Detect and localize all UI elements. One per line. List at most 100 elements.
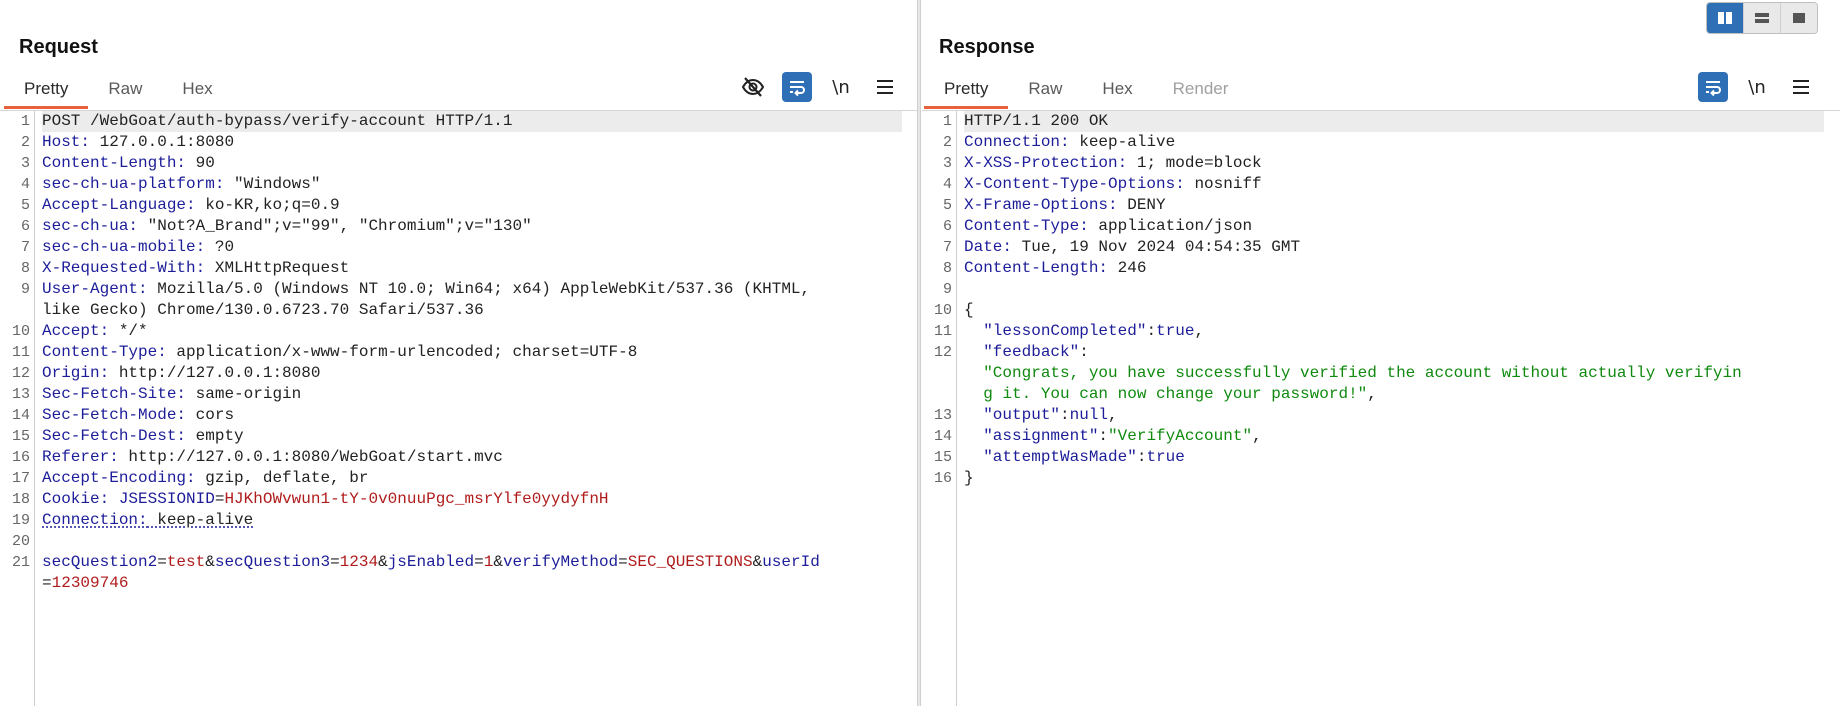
token: Content-Type:: [42, 343, 167, 361]
line-number: 11: [933, 323, 952, 340]
token: &: [752, 553, 763, 571]
line-text: "feedback":: [964, 342, 1824, 363]
line-text: "lessonCompleted":true,: [964, 321, 1824, 342]
line-number: 18: [11, 491, 30, 508]
token: null: [1069, 406, 1109, 424]
token: ko-KR,ko;q=0.9: [195, 196, 340, 214]
layout-split-horizontal-icon[interactable]: [1707, 3, 1743, 33]
token: keep-alive: [1069, 133, 1176, 151]
request-tab-pretty[interactable]: Pretty: [4, 74, 89, 109]
show-newlines-button[interactable]: \n: [826, 72, 856, 102]
request-tab-raw[interactable]: Raw: [88, 74, 162, 109]
line-text: Content-Type: application/json: [964, 216, 1824, 237]
request-code-line: 17 Accept-Encoding: gzip, deflate, br: [0, 468, 918, 489]
line-text: Date: Tue, 19 Nov 2024 04:54:35 GMT: [964, 237, 1824, 258]
token: :: [1079, 343, 1089, 361]
token: secQuestion3: [214, 553, 331, 571]
response-tab-raw[interactable]: Raw: [1008, 74, 1082, 109]
request-title: Request: [19, 36, 98, 58]
line-text: sec-ch-ua: "Not?A_Brand";v="99", "Chromi…: [42, 216, 902, 237]
line-text: {: [964, 300, 1824, 321]
token: sec-ch-ua:: [42, 217, 139, 235]
line-number: 8: [942, 260, 952, 277]
token: http://127.0.0.1:8080/WebGoat/start.mvc: [118, 448, 503, 466]
menu-icon[interactable]: [1786, 72, 1816, 102]
token: Connection:: [42, 511, 148, 529]
token: Accept-Language:: [42, 196, 196, 214]
response-code-line: 16}: [922, 468, 1840, 489]
panel-splitter[interactable]: [917, 0, 921, 706]
token: sec-ch-ua-mobile:: [42, 238, 206, 256]
token: 1234: [339, 553, 379, 571]
line-text: "Congrats, you have successfully verifie…: [964, 363, 1824, 384]
response-tab-render[interactable]: Render: [1153, 74, 1249, 109]
token: "feedback": [964, 343, 1080, 361]
show-newlines-button[interactable]: \n: [1742, 72, 1772, 102]
response-toolbar: \n: [1698, 72, 1816, 102]
token: &: [378, 553, 388, 571]
line-text: POST /WebGoat/auth-bypass/verify-account…: [42, 111, 902, 132]
response-code-line: 2 Connection: keep-alive: [922, 132, 1840, 153]
request-tab-hex[interactable]: Hex: [162, 74, 232, 109]
line-number: 14: [11, 407, 30, 424]
line-number: 19: [11, 512, 30, 529]
line-text: HTTP/1.1 200 OK: [964, 111, 1824, 132]
line-text: =12309746: [42, 573, 902, 594]
line-number: 7: [942, 239, 952, 256]
line-number: 6: [942, 218, 952, 235]
response-code-line: 14 "assignment":"VerifyAccount",: [922, 426, 1840, 447]
token: gzip, deflate, br: [195, 469, 369, 487]
wrap-lines-icon[interactable]: [1698, 72, 1728, 102]
token: "Congrats, you have successfully verifie…: [964, 364, 1742, 382]
wrap-lines-icon[interactable]: [782, 72, 812, 102]
layout-toggle: [1706, 2, 1818, 34]
response-tab-hex[interactable]: Hex: [1082, 74, 1152, 109]
response-panel: Response Pretty Raw Hex Render \n 1 HTTP/…: [922, 0, 1840, 706]
token: Sec-Fetch-Mode:: [42, 406, 187, 424]
token: true: [1146, 448, 1185, 466]
line-text: Origin: http://127.0.0.1:8080: [42, 363, 902, 384]
response-code-line: 4 X-Content-Type-Options: nosniff: [922, 174, 1840, 195]
line-text: Sec-Fetch-Mode: cors: [42, 405, 902, 426]
line-number: 11: [11, 344, 30, 361]
line-number: 21: [11, 554, 30, 571]
request-code-line: 8 X-Requested-With: XMLHttpRequest: [0, 258, 918, 279]
line-text: sec-ch-ua-mobile: ?0: [42, 237, 902, 258]
line-text: Referer: http://127.0.0.1:8080/WebGoat/s…: [42, 447, 902, 468]
line-text: g it. You can now change your password!"…: [964, 384, 1824, 405]
token: DENY: [1117, 196, 1166, 214]
line-text: Sec-Fetch-Site: same-origin: [42, 384, 902, 405]
line-number: 7: [20, 239, 30, 256]
response-lines: 1 HTTP/1.1 200 OK 2 Connection: keep-alive 3…: [922, 111, 1840, 489]
response-tab-pretty[interactable]: Pretty: [924, 74, 1009, 109]
line-number: 5: [942, 197, 952, 214]
token: ,: [1367, 385, 1377, 403]
response-code-line: 11 "lessonCompleted":true,: [922, 321, 1840, 342]
response-code-line: 8 Content-Length: 246: [922, 258, 1840, 279]
token: application/json: [1088, 217, 1253, 235]
layout-tabs-icon[interactable]: [1780, 3, 1817, 33]
line-text: secQuestion2=test&secQuestion3=1234&jsEn…: [42, 552, 902, 573]
menu-icon[interactable]: [870, 72, 900, 102]
line-text: Content-Type: application/x-www-form-url…: [42, 342, 902, 363]
token: X-Frame-Options:: [964, 196, 1118, 214]
line-number: 16: [933, 470, 952, 487]
token: XMLHttpRequest: [205, 259, 350, 277]
line-text: like Gecko) Chrome/130.0.6723.70 Safari/…: [42, 300, 902, 321]
token: User-Agent:: [42, 280, 148, 298]
token: cors: [186, 406, 235, 424]
request-code-line: 15 Sec-Fetch-Dest: empty: [0, 426, 918, 447]
token: keep-alive: [147, 511, 254, 529]
token: Connection:: [964, 133, 1070, 151]
line-text: Cookie: JSESSIONID=HJKhOWvwun1-tY-0v0nuu…: [42, 489, 902, 510]
hide-non-printable-icon[interactable]: [738, 72, 768, 102]
layout-split-vertical-icon[interactable]: [1743, 3, 1780, 33]
line-number: 9: [20, 281, 30, 298]
line-text: "output":null,: [964, 405, 1824, 426]
line-text: X-Requested-With: XMLHttpRequest: [42, 258, 902, 279]
request-editor[interactable]: 1 POST /WebGoat/auth-bypass/verify-accoun…: [0, 110, 918, 706]
response-editor[interactable]: 1 HTTP/1.1 200 OK 2 Connection: keep-alive 3…: [922, 110, 1840, 706]
response-code-line: 3 X-XSS-Protection: 1; mode=block: [922, 153, 1840, 174]
token: Cookie:: [42, 490, 110, 508]
